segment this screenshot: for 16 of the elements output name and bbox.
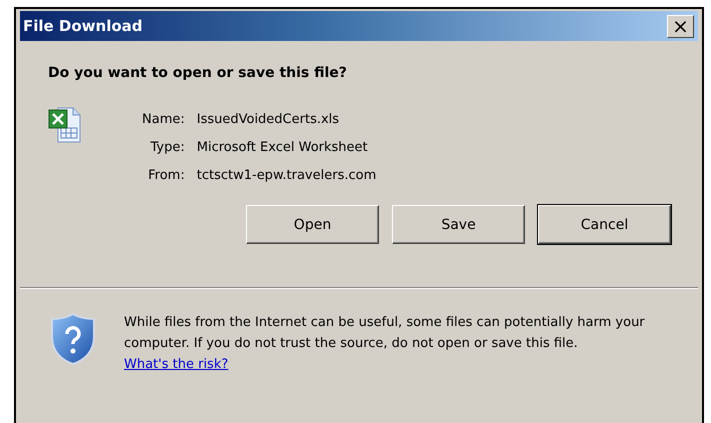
field-value: IssuedVoidedCerts.xls bbox=[196, 112, 340, 127]
field-value: tctsctw1-epw.travelers.com bbox=[196, 168, 376, 183]
dialog-button[interactable]: Open bbox=[246, 205, 379, 244]
warning-text: While files from the Internet can be useful, some files can potentially harm your computer. If you do not trust the source, do not open or save this file. What's the risk? bbox=[124, 314, 646, 374]
spreadsheet-file-icon bbox=[48, 106, 82, 144]
field-label: Name: bbox=[142, 112, 185, 127]
close-button[interactable]: × bbox=[667, 14, 694, 38]
risk-link[interactable]: What's the risk? bbox=[124, 357, 228, 372]
field-label: Type: bbox=[149, 140, 185, 155]
field-label: From: bbox=[147, 168, 185, 183]
dialog-button[interactable]: Cancel bbox=[538, 205, 671, 244]
dialog-question: Do you want to open or save this file? bbox=[48, 65, 348, 81]
shield-help-icon bbox=[50, 312, 96, 366]
dialog-button[interactable]: Save bbox=[392, 205, 525, 244]
window-title: File Download bbox=[23, 17, 143, 35]
field-value: Microsoft Excel Worksheet bbox=[196, 140, 369, 155]
